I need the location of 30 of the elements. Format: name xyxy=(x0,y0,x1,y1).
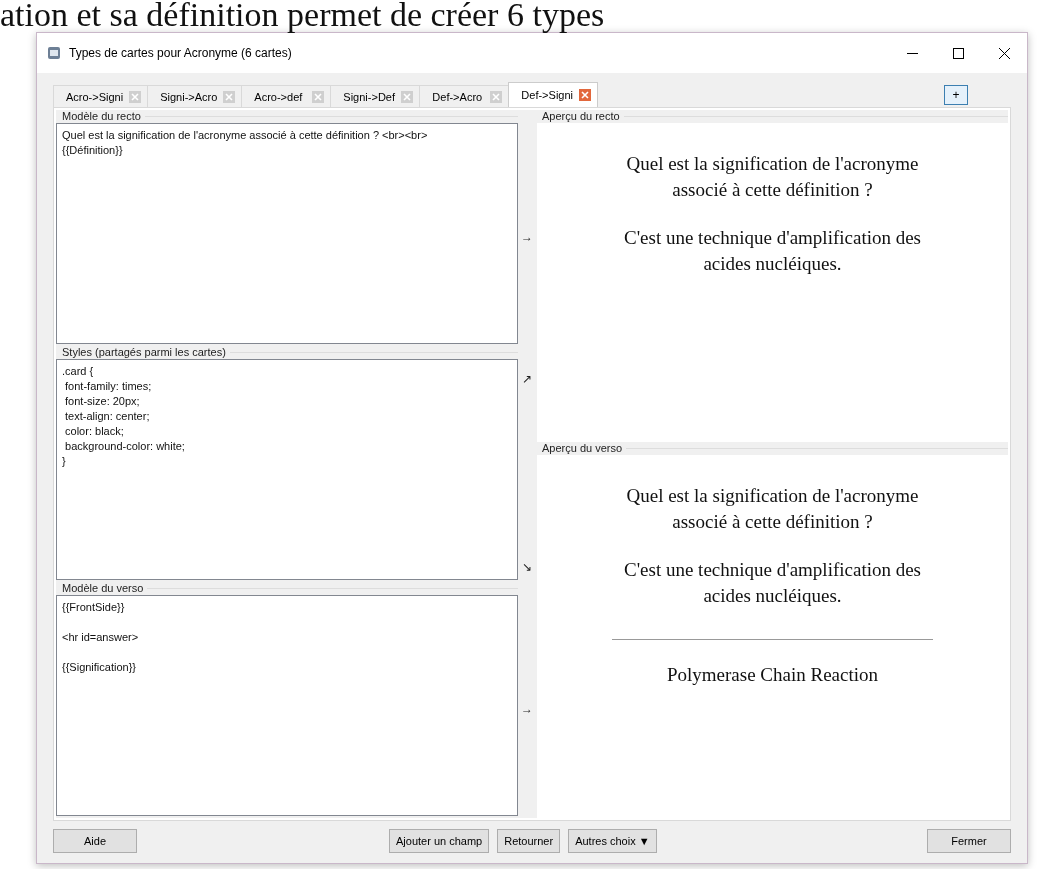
action-button[interactable]: Autres choix ▼ xyxy=(568,829,657,853)
group-label: Modèle du recto xyxy=(62,110,141,122)
preview-text: Polymerase Chain Reaction xyxy=(666,663,879,688)
preview-text: Quel est la signification de l'acronyme associé à cette définition ? xyxy=(625,152,920,202)
arrow-glyph: ↘ xyxy=(522,560,532,574)
preview-text: C'est une technique d'amplification des acides nucléiques. xyxy=(622,558,922,609)
arrow-glyph: → xyxy=(521,230,533,244)
close-icon[interactable] xyxy=(998,47,1010,59)
tab[interactable]: Acro->Signi xyxy=(53,85,149,107)
template-editor[interactable]: .card { font-family: times; font-size: 20px; text-align: center; color: black; background-color: white; } xyxy=(56,359,518,580)
preview-text: Quel est la signification de l'acronyme associé à cette définition ? xyxy=(625,484,920,535)
group-label: Aperçu du verso xyxy=(542,442,623,455)
minimize-icon[interactable] xyxy=(906,52,918,54)
tab[interactable]: Def->Signi xyxy=(508,82,599,107)
add-tab-button[interactable]: + xyxy=(944,85,968,105)
close-button[interactable]: Fermer xyxy=(927,829,1011,853)
action-button[interactable]: Ajouter un champ xyxy=(389,829,490,853)
arrow-glyph: ↗ xyxy=(522,372,532,386)
action-button[interactable]: Retourner xyxy=(497,829,561,853)
preview-text: C'est une technique d'amplification des acides nucléiques. xyxy=(622,226,922,276)
group-label: Modèle du verso xyxy=(62,582,144,594)
arrow-glyph: → xyxy=(521,702,533,716)
template-editor[interactable]: Quel est la signification de l'acronyme associé à cette définition ? <br><br> {{Définition}} xyxy=(56,123,518,344)
maximize-icon[interactable] xyxy=(952,47,964,59)
group-label: Styles (partagés parmi les cartes) xyxy=(62,346,226,358)
help-button[interactable]: Aide xyxy=(53,829,137,853)
template-editor[interactable]: {{FrontSide}} <hr id=answer> {{Signification}} xyxy=(56,595,518,816)
app-icon xyxy=(47,46,61,60)
group-label: Aperçu du recto xyxy=(542,110,620,122)
window-title: Types de cartes pour Acronyme (6 cartes) xyxy=(69,46,293,60)
